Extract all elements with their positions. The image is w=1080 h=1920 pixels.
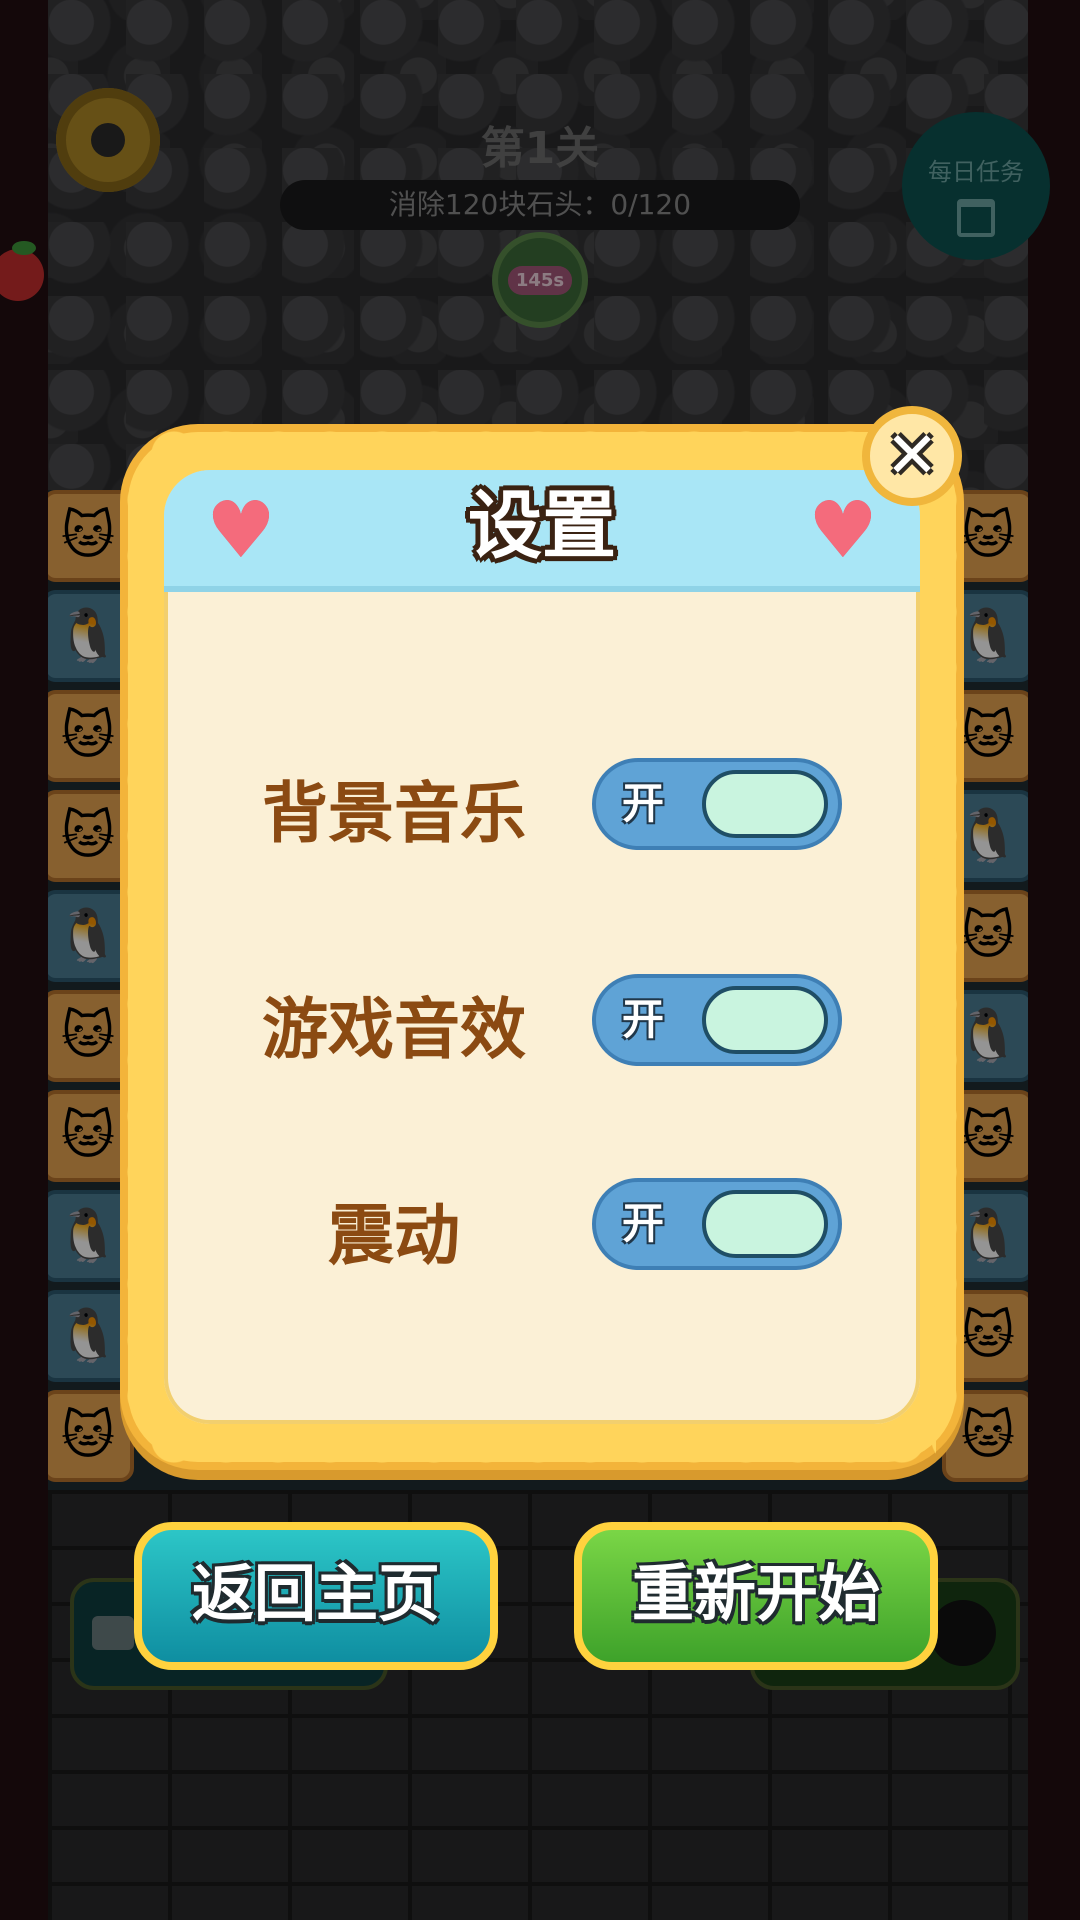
restart-button[interactable]: 重新开始	[574, 1522, 938, 1670]
vibration-toggle[interactable]: 开	[592, 1178, 842, 1270]
heart-icon: ♥	[808, 486, 878, 576]
toggle-knob	[702, 986, 828, 1054]
close-x-icon: ✕	[885, 419, 939, 493]
sfx-toggle[interactable]: 开	[592, 974, 842, 1066]
close-button[interactable]: ✕	[862, 406, 962, 506]
bgm-toggle-state: 开	[622, 779, 665, 828]
settings-modal: ♥ 设置 ♥ 背景音乐 开 游戏音效 开 震动 开	[106, 410, 978, 1484]
return-home-button[interactable]: 返回主页	[134, 1522, 498, 1670]
bgm-label: 背景音乐	[262, 775, 526, 852]
settings-header: ♥ 设置 ♥	[164, 470, 920, 592]
bgm-toggle[interactable]: 开	[592, 758, 842, 850]
vibration-label: 震动	[328, 1197, 460, 1274]
toggle-knob	[702, 1190, 828, 1258]
sfx-toggle-state: 开	[622, 995, 665, 1044]
vibration-toggle-state: 开	[622, 1199, 665, 1248]
sfx-label: 游戏音效	[262, 991, 526, 1068]
settings-panel: ♥ 设置 ♥ 背景音乐 开 游戏音效 开 震动 开	[164, 470, 920, 1424]
toggle-knob	[702, 770, 828, 838]
